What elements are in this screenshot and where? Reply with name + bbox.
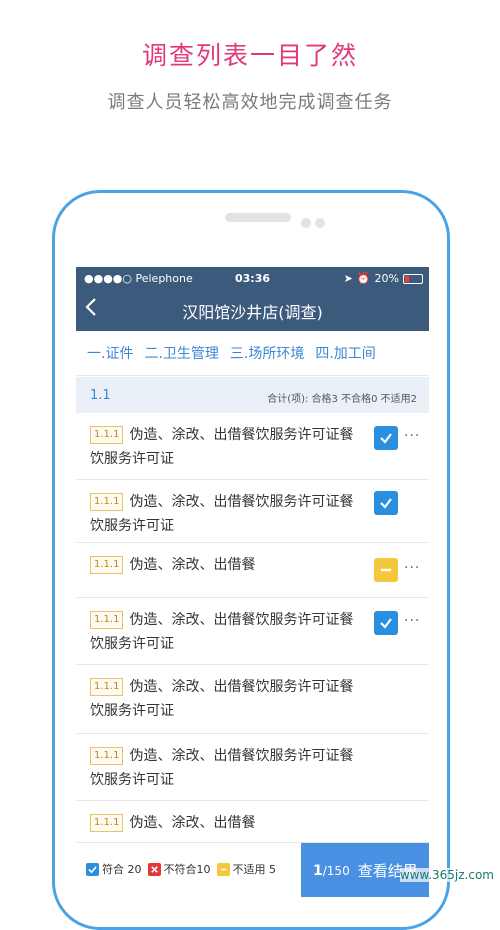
status-bar: ●●●●○ Pelephone 03:36 ➤ ⏰ 20% (76, 267, 429, 291)
status-legend: 符合 20 不符合10 不适用 5 (86, 861, 276, 877)
item-description: 1.1.1 伪造、涂改、出借餐 (90, 811, 360, 835)
list-item-content: 1.1.1 伪造、涂改、出借餐 (90, 553, 360, 577)
page-current: 1 (313, 862, 323, 879)
check-icon (86, 862, 99, 876)
watermark: www.365jz.com (399, 868, 494, 882)
item-code: 1.1.1 (90, 747, 124, 765)
legend-pass: 符合 20 (86, 861, 142, 877)
item-text: 伪造、涂改、出借餐 (129, 815, 256, 831)
inspection-list: 1.1.1 伪造、涂改、出借餐饮服务许可证餐饮服务许可证 ··· 1.1.1 伪造、涂改… (76, 413, 429, 862)
list-item[interactable]: 1.1.1 伪造、涂改、出借餐 ··· (76, 543, 429, 598)
more-options-icon[interactable]: ··· (404, 560, 420, 576)
phone-sensor (301, 218, 311, 228)
item-text: 伪造、涂改、出借餐饮服务许可证餐饮服务许可证 (90, 494, 354, 534)
item-code: 1.1.1 (90, 678, 124, 696)
item-code: 1.1.1 (90, 556, 124, 574)
group-name: 1.1 (90, 388, 111, 403)
list-item-content: 1.1.1 伪造、涂改、出借餐饮服务许可证餐饮服务许可证 (90, 744, 360, 792)
alarm-icon: ⏰ (356, 272, 371, 285)
more-options-icon[interactable]: ··· (404, 428, 420, 444)
list-item[interactable]: 1.1.1 伪造、涂改、出借餐饮服务许可证餐饮服务许可证 ··· (76, 413, 429, 480)
list-item-content: 1.1.1 伪造、涂改、出借餐饮服务许可证餐饮服务许可证 (90, 423, 360, 471)
status-checkbox-pass[interactable] (374, 491, 398, 515)
list-item-content: 1.1.1 伪造、涂改、出借餐 (90, 811, 360, 835)
item-text: 伪造、涂改、出借餐饮服务许可证餐饮服务许可证 (90, 679, 354, 719)
item-code: 1.1.1 (90, 493, 124, 511)
item-code: 1.1.1 (90, 814, 124, 832)
cross-icon (147, 862, 161, 876)
check-icon (380, 433, 392, 444)
app-screen: ●●●●○ Pelephone 03:36 ➤ ⏰ 20% 汉阳馆沙井店(调查)… (76, 267, 429, 897)
page-indicator: 1/150 (313, 863, 350, 879)
battery-percent: 20% (374, 272, 399, 285)
tab-environment[interactable]: 三.场所环境 (219, 343, 304, 363)
battery-icon (403, 273, 423, 284)
check-icon (380, 618, 392, 629)
more-options-icon[interactable]: ··· (404, 613, 420, 629)
status-checkbox-pass[interactable] (374, 611, 398, 635)
item-description: 1.1.1 伪造、涂改、出借餐饮服务许可证餐饮服务许可证 (90, 490, 360, 538)
check-icon (380, 498, 392, 509)
status-checkbox-na[interactable] (374, 558, 398, 582)
item-description: 1.1.1 伪造、涂改、出借餐饮服务许可证餐饮服务许可证 (90, 608, 360, 656)
footer-bar: 符合 20 不符合10 不适用 5 1/150 查看结果 (76, 842, 429, 897)
phone-speaker (225, 213, 291, 222)
nav-bar: ●●●●○ Pelephone 03:36 ➤ ⏰ 20% 汉阳馆沙井店(调查) (76, 267, 429, 331)
list-item[interactable]: 1.1.1 伪造、涂改、出借餐饮服务许可证餐饮服务许可证 (76, 734, 429, 801)
tab-documents[interactable]: 一.证件 (76, 343, 133, 363)
page-total: /150 (322, 863, 350, 878)
list-item[interactable]: 1.1.1 伪造、涂改、出借餐饮服务许可证餐饮服务许可证 ··· (76, 598, 429, 665)
minus-icon (216, 862, 230, 876)
list-item[interactable]: 1.1.1 伪造、涂改、出借餐饮服务许可证餐饮服务许可证 (76, 480, 429, 543)
group-header: 1.1 合计(项): 合格3 不合格0 不适用2 (76, 377, 429, 413)
list-item[interactable]: 1.1.1 伪造、涂改、出借餐饮服务许可证餐饮服务许可证 (76, 665, 429, 734)
location-icon: ➤ (343, 272, 353, 285)
item-text: 伪造、涂改、出借餐饮服务许可证餐饮服务许可证 (90, 612, 354, 652)
category-tabs: 一.证件 二.卫生管理 三.场所环境 四.加工间 (76, 331, 429, 376)
promo-subtitle: 调查人员轻松高效地完成调查任务 (107, 92, 393, 113)
tab-processing[interactable]: 四.加工间 (304, 343, 375, 363)
list-item-content: 1.1.1 伪造、涂改、出借餐饮服务许可证餐饮服务许可证 (90, 675, 360, 723)
item-description: 1.1.1 伪造、涂改、出借餐饮服务许可证餐饮服务许可证 (90, 675, 360, 723)
group-summary: 合计(项): 合格3 不合格0 不适用2 (267, 394, 417, 405)
legend-fail: 不符合10 (147, 861, 211, 877)
tab-hygiene[interactable]: 二.卫生管理 (133, 343, 218, 363)
legend-fail-label: 不符合10 (163, 863, 211, 876)
promo-title: 调查列表一目了然 (141, 41, 358, 70)
item-description: 1.1.1 伪造、涂改、出借餐饮服务许可证餐饮服务许可证 (90, 744, 360, 792)
legend-na-label: 不适用 5 (232, 863, 277, 876)
legend-na: 不适用 5 (216, 861, 277, 877)
minus-icon (381, 568, 391, 572)
item-code: 1.1.1 (90, 426, 124, 444)
item-text: 伪造、涂改、出借餐 (129, 557, 256, 573)
item-text: 伪造、涂改、出借餐饮服务许可证餐饮服务许可证 (90, 748, 354, 788)
status-checkbox-pass[interactable] (374, 426, 398, 450)
list-item-content: 1.1.1 伪造、涂改、出借餐饮服务许可证餐饮服务许可证 (90, 608, 360, 656)
phone-camera (315, 218, 325, 228)
legend-pass-label: 符合 20 (102, 863, 142, 876)
item-text: 伪造、涂改、出借餐饮服务许可证餐饮服务许可证 (90, 427, 354, 467)
item-description: 1.1.1 伪造、涂改、出借餐饮服务许可证餐饮服务许可证 (90, 423, 360, 471)
page-title: 汉阳馆沙井店(调查) (182, 303, 323, 322)
item-code: 1.1.1 (90, 611, 124, 629)
status-right: ➤ ⏰ 20% (344, 272, 423, 285)
item-description: 1.1.1 伪造、涂改、出借餐 (90, 553, 360, 577)
list-item-content: 1.1.1 伪造、涂改、出借餐饮服务许可证餐饮服务许可证 (90, 490, 360, 538)
